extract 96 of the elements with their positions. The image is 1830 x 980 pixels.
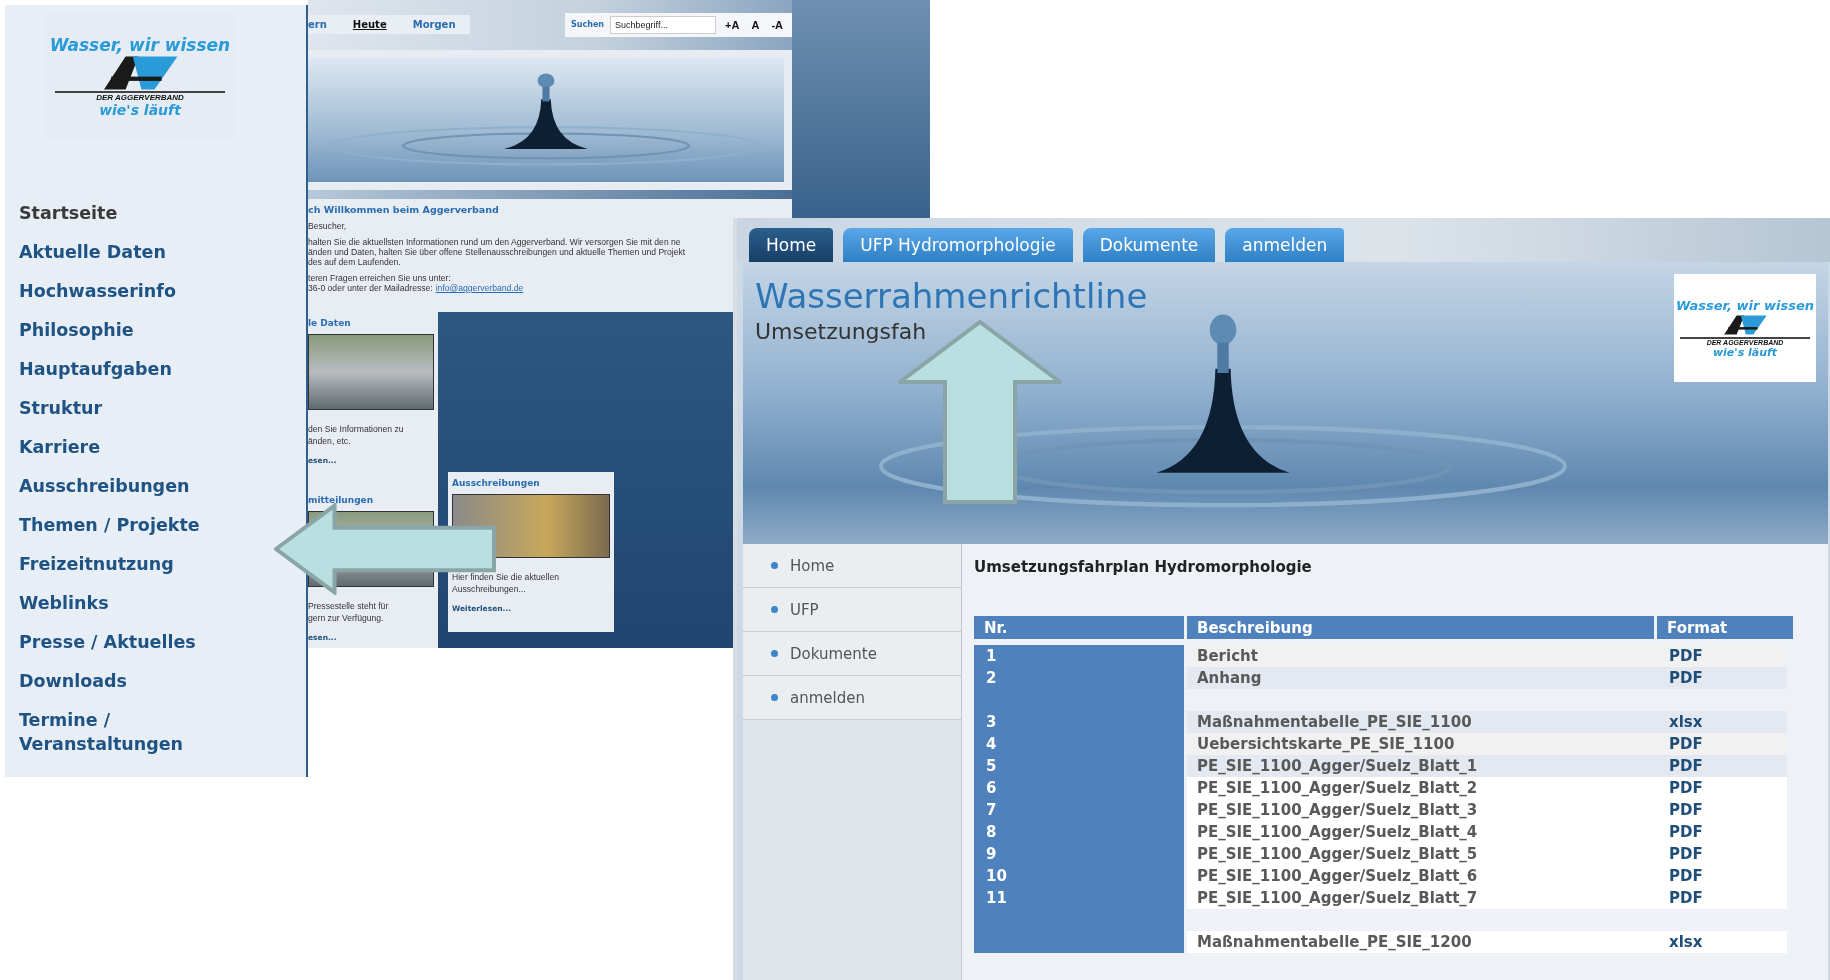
card-text: Hier finden Sie die aktuellen	[452, 572, 560, 582]
table-cell: 7	[974, 799, 1184, 821]
table-cell: Bericht	[1187, 645, 1657, 667]
welcome-text: halten Sie die aktuellsten Informationen rund um den Aggerverband. Wir versorgen Sie mit den ne	[308, 237, 682, 248]
table-cell: PE_SIE_1100_Agger/Suelz_Blatt_1	[1187, 755, 1657, 777]
file-link[interactable]: xlsx	[1657, 711, 1787, 733]
table-cell: 10	[974, 865, 1184, 887]
table-cell: Maßnahmentabelle_PE_SIE_1200	[1187, 931, 1657, 953]
nav-link[interactable]: Hochwasserinfo	[19, 279, 176, 303]
email-link[interactable]: info@aggerverband.de	[435, 283, 524, 294]
card-text: Pressestelle steht für	[308, 601, 390, 611]
table-cell: 3	[974, 711, 1184, 733]
nav-link[interactable]: Karriere	[19, 435, 100, 459]
nav-link[interactable]: Freizeitnutzung	[19, 552, 174, 576]
file-link[interactable]: PDF	[1657, 843, 1787, 865]
card-title: le Daten	[308, 318, 352, 328]
welcome-heading: ch Willkommen beim Aggerverband	[308, 204, 500, 216]
file-link[interactable]: PDF	[1657, 645, 1787, 667]
file-link[interactable]: PDF	[1657, 821, 1787, 843]
table-cell: PE_SIE_1100_Agger/Suelz_Blatt_4	[1187, 821, 1657, 843]
page-subtitle: Umsetzungsfah	[755, 318, 928, 346]
card-title: mitteilungen	[308, 495, 375, 505]
card-text: Ausschreibungen...	[452, 584, 527, 594]
search-field[interactable]: Suchbegriff...	[610, 15, 717, 34]
table-cell: PE_SIE_1100_Agger/Suelz_Blatt_7	[1187, 887, 1657, 909]
file-link[interactable]: PDF	[1657, 799, 1787, 821]
side-menu-item[interactable]: UFP	[743, 588, 961, 632]
logo-name: DER AGGERVERBAND	[96, 92, 184, 102]
file-link[interactable]: PDF	[1657, 733, 1787, 755]
page-title: Wasserrahmenrichtline	[755, 275, 1148, 318]
card-text: den Sie Informationen zu	[308, 424, 405, 434]
nav-link[interactable]: Themen / Projekte	[19, 513, 200, 537]
nav-link[interactable]: Ausschreibungen	[19, 474, 190, 498]
logo-slogan: Wasser, wir wissen	[1676, 297, 1814, 313]
card-text: gern zur Verfügung.	[308, 613, 385, 623]
table-cell: PE_SIE_1100_Agger/Suelz_Blatt_6	[1187, 865, 1657, 887]
welcome-text: änden und Daten, halten Sie über offene Stellenausschreibungen und aktuelle Themen und Projekt	[308, 247, 687, 258]
table-cell: Anhang	[1187, 667, 1657, 689]
file-link[interactable]: PDF	[1657, 777, 1787, 799]
table-cell: Uebersichtskarte_PE_SIE_1100	[1187, 733, 1657, 755]
bullet-icon	[771, 562, 778, 569]
file-link[interactable]: PDF	[1657, 865, 1787, 887]
logo-slogan: wie's läuft	[99, 101, 181, 118]
logo-slogan: Wasser, wir wissen	[49, 34, 231, 55]
bullet-icon	[771, 606, 778, 613]
table-cell: 11	[974, 887, 1184, 909]
search-label: Suchen	[571, 20, 605, 30]
table-cell: 1	[974, 645, 1184, 667]
side-menu-item[interactable]: Dokumente	[743, 632, 961, 676]
bullet-icon	[771, 694, 778, 701]
font-size-button[interactable]: +A	[722, 18, 743, 31]
table-cell: PE_SIE_1100_Agger/Suelz_Blatt_2	[1187, 777, 1657, 799]
side-menu-item[interactable]: Home	[743, 544, 961, 588]
font-size-button[interactable]: A	[748, 18, 763, 31]
table-cell: 6	[974, 777, 1184, 799]
nav-link[interactable]: Downloads	[19, 669, 127, 693]
table-cell: 5	[974, 755, 1184, 777]
bullet-icon	[771, 650, 778, 657]
column-header: Beschreibung	[1187, 616, 1654, 639]
table-cell: PE_SIE_1100_Agger/Suelz_Blatt_3	[1187, 799, 1657, 821]
file-link[interactable]: PDF	[1657, 755, 1787, 777]
date-tab[interactable]: Morgen	[412, 19, 456, 31]
welcome-text: des auf dem Laufenden.	[308, 257, 402, 268]
nav-tab[interactable]: Home	[749, 228, 834, 262]
nav-link[interactable]: Struktur	[19, 396, 103, 420]
nav-link[interactable]: Aktuelle Daten	[19, 240, 166, 264]
logo-mark-icon	[55, 54, 225, 93]
side-menu-item[interactable]: anmelden	[743, 676, 961, 720]
table-cell: 4	[974, 733, 1184, 755]
contact-text: teren Fragen erreichen Sie uns unter:	[308, 273, 452, 284]
table-cell: Maßnahmentabelle_PE_SIE_1100	[1187, 711, 1657, 733]
nav-link[interactable]: Presse / Aktuelles	[19, 630, 196, 654]
date-tab[interactable]: ern	[308, 19, 327, 31]
file-link[interactable]: PDF	[1657, 667, 1787, 689]
nav-link[interactable]: Termine / Veranstaltungen	[19, 708, 239, 756]
nav-link[interactable]: Weblinks	[19, 591, 109, 615]
card-text: änden, etc.	[308, 436, 352, 446]
table-cell: 9	[974, 843, 1184, 865]
file-link[interactable]: PDF	[1657, 887, 1787, 909]
nav-link[interactable]: Hauptaufgaben	[19, 357, 172, 381]
table-cell: PE_SIE_1100_Agger/Suelz_Blatt_5	[1187, 843, 1657, 865]
font-size-button[interactable]: -A	[768, 18, 786, 31]
file-link[interactable]: xlsx	[1657, 931, 1787, 953]
nav-link[interactable]: Startseite	[19, 201, 118, 225]
contact-text: 36-0 oder unter der Mailadresse:	[308, 283, 433, 294]
column-header: Nr.	[974, 616, 1184, 639]
card-title: Ausschreibungen	[452, 478, 541, 488]
table-cell: 2	[974, 667, 1184, 689]
nav-link[interactable]: Philosophie	[19, 318, 134, 342]
logo-mark-icon	[1680, 312, 1810, 339]
table-cell: 8	[974, 821, 1184, 843]
column-header: Format	[1657, 616, 1793, 639]
greeting-text: Besucher,	[308, 221, 348, 232]
logo-slogan: wie's läuft	[1712, 345, 1778, 359]
section-heading: Umsetzungsfahrplan Hydromorphologie	[974, 558, 1313, 576]
date-tab[interactable]: Heute	[352, 19, 387, 31]
